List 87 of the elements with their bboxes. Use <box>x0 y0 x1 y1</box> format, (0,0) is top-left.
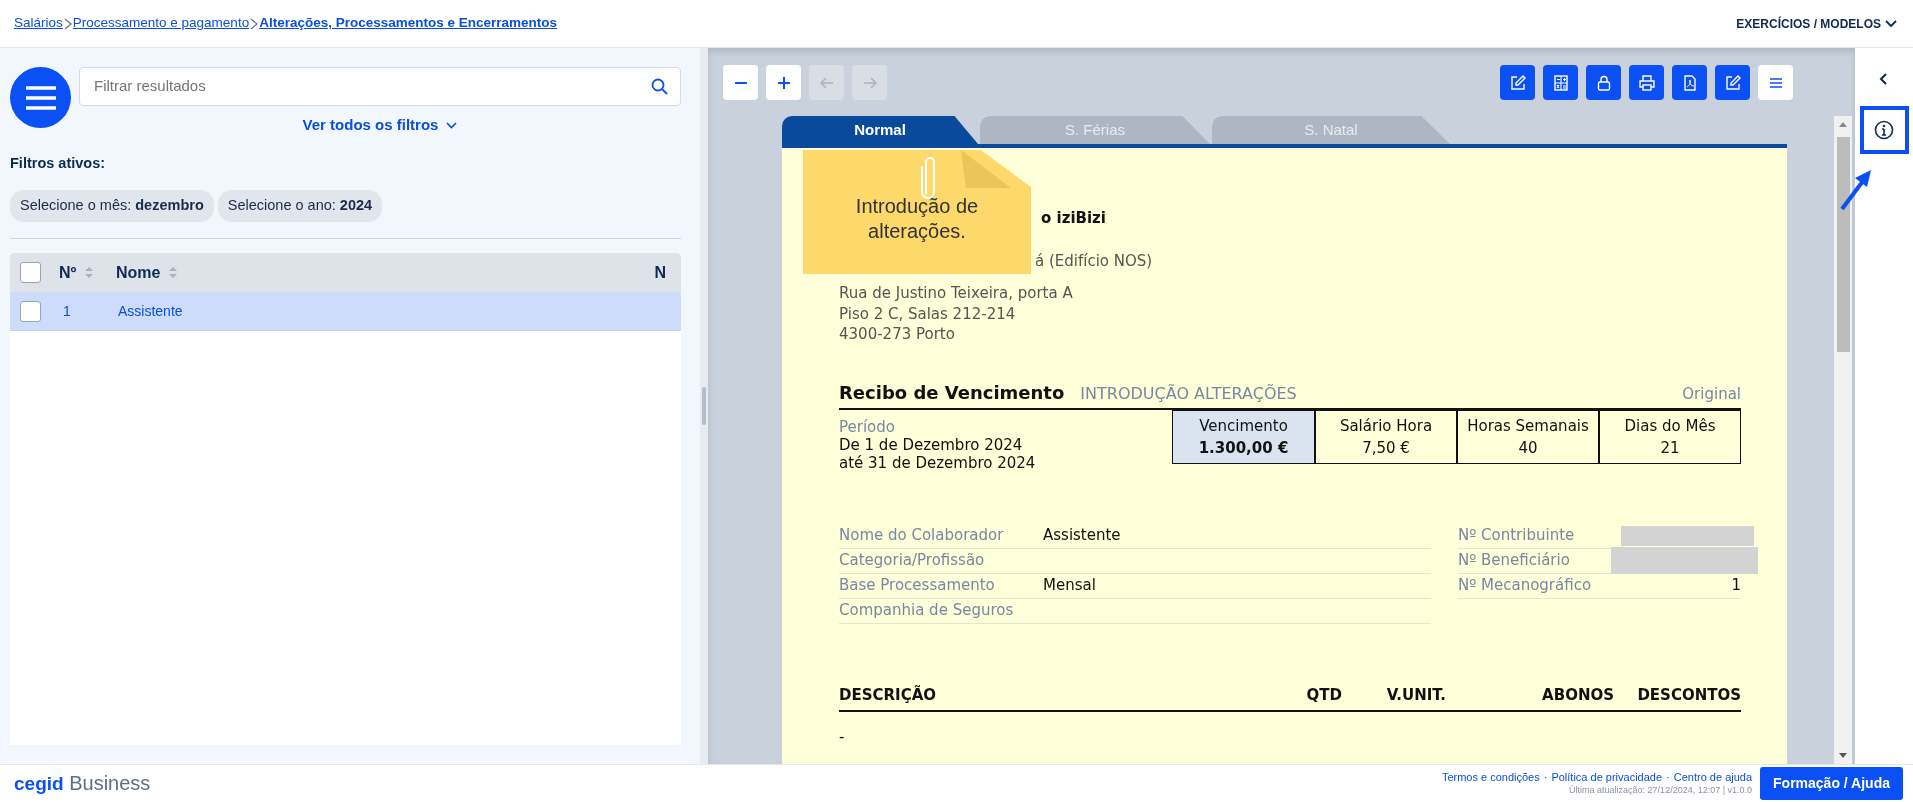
last-updated-text: Última atualização: 27/12/2024, 12:07 | v1.0.0 <box>1569 783 1753 797</box>
note-text: Introdução de alterações. <box>854 194 980 244</box>
column-header: QTD <box>1306 684 1342 706</box>
edit-button[interactable] <box>1715 65 1750 100</box>
separator: · <box>1543 770 1548 784</box>
chevron-right-icon <box>62 17 73 30</box>
chevron-down-icon <box>446 121 458 129</box>
separator: · <box>1666 770 1670 784</box>
company-name: o iziBizi <box>1040 208 1107 229</box>
scrollbar-thumb[interactable] <box>1836 137 1850 352</box>
edit-icon <box>1723 73 1742 92</box>
section-title: Filtros ativos: <box>10 153 107 173</box>
figure-cell: Horas Semanais 40 <box>1457 409 1599 464</box>
column-header[interactable]: N <box>654 260 666 285</box>
column-header[interactable]: Nome <box>116 260 161 285</box>
field-label: Nº Contribuinte <box>1458 525 1575 547</box>
search-input[interactable]: Filtrar resultados <box>92 74 651 99</box>
field-label: Nome do Colaborador <box>839 525 1005 547</box>
line-description: - <box>839 727 846 748</box>
column-header[interactable]: Nº <box>59 260 77 285</box>
period-label: Período <box>839 417 896 436</box>
menu-icon <box>23 84 58 111</box>
pdf-button[interactable] <box>1672 65 1707 100</box>
period-text: até 31 de Dezembro 2024 <box>839 453 1037 472</box>
filters-link[interactable]: Ver todos os filtros <box>302 114 458 137</box>
column-header: V.UNIT. <box>1385 684 1446 706</box>
filter-chip[interactable]: Selecione o mês: dezembro <box>10 190 214 222</box>
edit-icon <box>1508 73 1527 92</box>
address-line: á (Edifício NOS) <box>1034 250 1154 271</box>
footer-link[interactable]: Centro de ajuda <box>1673 770 1753 784</box>
employee-name: Assistente <box>117 301 183 321</box>
scroll-up-icon <box>1838 121 1848 128</box>
info-icon <box>1874 120 1894 140</box>
address-line: Piso 2 C, Salas 212-214 <box>839 303 1017 324</box>
info-button[interactable] <box>1859 106 1909 154</box>
figure-cell: Vencimento 1.300,00 € <box>1172 409 1315 464</box>
logo: cegid Business <box>14 771 151 797</box>
search-field[interactable]: Filtrar resultados <box>79 67 681 106</box>
period-text: De 1 de Dezembro 2024 <box>839 435 1024 454</box>
field-value: Assistente <box>1043 525 1121 547</box>
receipt-subtitle: INTRODUÇÃO ALTERAÇÕES <box>1080 382 1297 405</box>
scroll-down-icon <box>1838 752 1848 759</box>
address-line: 4300-273 Porto <box>839 324 956 345</box>
field-label: Nº Beneficiário <box>1458 550 1570 572</box>
breadcrumb-link[interactable]: Processamento e pagamento <box>72 13 250 34</box>
calculator-button[interactable] <box>1543 65 1578 100</box>
row-number: 1 <box>63 302 71 319</box>
column-header: DESCONTOS <box>1636 684 1741 706</box>
scrollbar[interactable] <box>1834 116 1852 764</box>
list-row[interactable]: 1 Assistente <box>10 292 681 331</box>
column-header: ABONOS <box>1541 684 1614 706</box>
printer-icon <box>1637 73 1656 92</box>
field-value: 1 <box>1731 575 1741 597</box>
pointer-arrow <box>1839 169 1873 211</box>
minus-icon <box>733 81 748 84</box>
receipt-tab[interactable]: Normal <box>782 116 978 144</box>
address-line: Rua de Justino Teixeira, porta A <box>839 283 1074 304</box>
figure-cell: Salário Hora 7,50 € <box>1315 409 1457 464</box>
checkbox[interactable] <box>19 262 41 283</box>
footer-link[interactable]: Política de privacidade <box>1551 770 1663 784</box>
zoom-in-button[interactable] <box>766 65 801 100</box>
calculator-icon <box>1551 73 1570 92</box>
breadcrumb-link[interactable]: Salários <box>14 13 63 34</box>
search-icon <box>651 78 668 95</box>
field-label: Categoria/Profissão <box>839 550 986 572</box>
splitter-handle[interactable] <box>702 387 706 425</box>
lock-button[interactable] <box>1586 65 1621 100</box>
field-label: Companhia de Seguros <box>839 600 1015 622</box>
footer-link[interactable]: Termos e condições <box>1441 770 1540 784</box>
field-value: Mensal <box>1043 575 1096 597</box>
breadcrumb-link[interactable]: Alterações, Processamentos e Encerramentos <box>259 13 558 34</box>
receipt-title: Recibo de Vencimento <box>839 380 1065 405</box>
chevron-left-icon <box>1878 71 1890 86</box>
copy-label: Original <box>1682 383 1741 405</box>
print-button[interactable] <box>1629 65 1664 100</box>
chevron-right-icon <box>249 17 260 30</box>
menu-button[interactable] <box>10 67 71 128</box>
checkbox[interactable] <box>19 300 41 322</box>
menu-button[interactable] <box>1758 65 1793 100</box>
help-button[interactable]: Formação / Ajuda <box>1760 767 1903 800</box>
field-label: Nº Mecanográfico <box>1458 575 1592 597</box>
filter-chip[interactable]: Selecione o ano: 2024 <box>217 190 383 222</box>
figure-cell: Dias do Mês 21 <box>1599 409 1741 464</box>
top-menu-button[interactable]: EXERCÍCIOS / MODELOS <box>1735 13 1899 34</box>
column-header: DESCRIÇÃO <box>839 684 937 706</box>
field-label: Base Processamento <box>839 575 996 597</box>
edit-button[interactable] <box>1500 65 1535 100</box>
